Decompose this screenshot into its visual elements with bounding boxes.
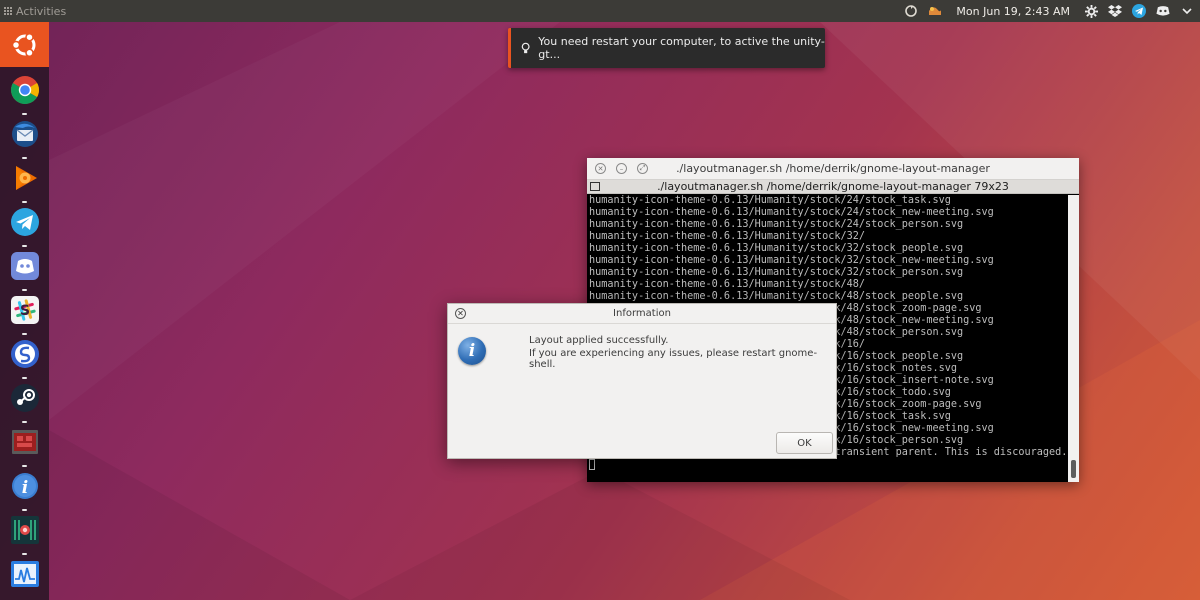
dock-screencast[interactable] bbox=[0, 420, 49, 467]
simplenote-icon bbox=[10, 340, 39, 368]
info-icon: i bbox=[11, 473, 38, 499]
information-dialog[interactable]: ✕ Information i Layout applied successfu… bbox=[447, 303, 837, 459]
dock-slack[interactable]: S bbox=[0, 288, 49, 335]
chevron-down-icon[interactable] bbox=[1180, 4, 1194, 18]
ok-button[interactable]: OK bbox=[776, 432, 833, 454]
app-grid-icon bbox=[4, 7, 12, 15]
terminal-line: humanity-icon-theme-0.6.13/Humanity/stoc… bbox=[589, 267, 964, 278]
discord-icon[interactable] bbox=[1156, 4, 1170, 18]
telegram-app-icon bbox=[10, 208, 39, 236]
terminal-line: humanity-icon-theme-0.6.13/Humanity/stoc… bbox=[589, 279, 866, 290]
dock-discord[interactable] bbox=[0, 244, 49, 291]
layout-manager-icon bbox=[10, 516, 39, 544]
dock-system-monitor[interactable] bbox=[0, 552, 49, 596]
screencast-icon bbox=[11, 430, 38, 454]
svg-text:i: i bbox=[21, 478, 27, 498]
cursor bbox=[589, 459, 595, 470]
system-tray: Mon Jun 19, 2:43 AM bbox=[904, 0, 1194, 22]
system-monitor-icon bbox=[10, 561, 39, 587]
ubuntu-logo-icon bbox=[11, 32, 35, 57]
terminal-line: humanity-icon-theme-0.6.13/Humanity/stoc… bbox=[589, 291, 964, 302]
dock-info[interactable]: i bbox=[0, 464, 49, 511]
scrollbar-thumb[interactable] bbox=[1071, 460, 1076, 478]
dialog-titlebar[interactable]: ✕ Information bbox=[448, 304, 836, 324]
terminal-line: humanity-icon-theme-0.6.13/Humanity/stoc… bbox=[589, 195, 951, 206]
lightbulb-icon bbox=[521, 42, 530, 53]
dialog-message-line-1: Layout applied successfully. bbox=[529, 335, 669, 346]
svg-text:S: S bbox=[19, 303, 29, 319]
chrome-icon bbox=[10, 76, 39, 104]
discord-app-icon bbox=[10, 252, 39, 280]
slack-icon: S bbox=[10, 296, 39, 324]
dock-simplenote[interactable] bbox=[0, 332, 49, 379]
dropbox-icon[interactable] bbox=[1108, 4, 1122, 18]
terminal-line: humanity-icon-theme-0.6.13/Humanity/stoc… bbox=[589, 243, 964, 254]
dock-google-play-music[interactable] bbox=[0, 156, 49, 203]
terminal-titlebar[interactable]: ✕ – ⤢ ./layoutmanager.sh /home/derrik/gn… bbox=[587, 158, 1079, 180]
terminal-title: ./layoutmanager.sh /home/derrik/gnome-la… bbox=[676, 162, 990, 175]
terminal-tab[interactable]: ./layoutmanager.sh /home/derrik/gnome-la… bbox=[587, 180, 1079, 194]
activities-button[interactable]: Activities bbox=[0, 5, 66, 18]
terminal-prompt bbox=[589, 459, 1068, 472]
gear-icon[interactable] bbox=[1084, 4, 1098, 18]
terminal-line: humanity-icon-theme-0.6.13/Humanity/stoc… bbox=[589, 231, 866, 242]
launcher-dock: S i bbox=[0, 22, 49, 600]
dock-steam[interactable] bbox=[0, 376, 49, 423]
terminal-scrollbar[interactable] bbox=[1068, 195, 1079, 482]
dock-thunderbird[interactable] bbox=[0, 112, 49, 159]
terminal-line: humanity-icon-theme-0.6.13/Humanity/stoc… bbox=[589, 219, 964, 230]
thunderbird-icon bbox=[11, 121, 38, 147]
terminal-line: humanity-icon-theme-0.6.13/Humanity/stoc… bbox=[589, 255, 994, 266]
dock-telegram[interactable] bbox=[0, 200, 49, 247]
terminal-tab-label: ./layoutmanager.sh /home/derrik/gnome-la… bbox=[657, 180, 1009, 193]
dialog-title: Information bbox=[613, 308, 671, 319]
play-music-icon bbox=[15, 166, 37, 190]
sync-icon[interactable] bbox=[904, 4, 918, 18]
dialog-message-line-2: If you are experiencing any issues, plea… bbox=[529, 348, 818, 370]
top-panel: Activities Mon Jun 19, 2:43 AM bbox=[0, 0, 1200, 22]
activities-label: Activities bbox=[16, 4, 67, 18]
info-icon: i bbox=[458, 337, 486, 365]
clock[interactable]: Mon Jun 19, 2:43 AM bbox=[956, 5, 1070, 18]
terminal-line: humanity-icon-theme-0.6.13/Humanity/stoc… bbox=[589, 207, 994, 218]
dock-chrome[interactable] bbox=[0, 68, 49, 115]
app-indicator-icon[interactable] bbox=[928, 4, 942, 18]
notification-bubble[interactable]: You need restart your computer, to activ… bbox=[508, 28, 825, 68]
telegram-icon[interactable] bbox=[1132, 4, 1146, 18]
dock-gnome-layout-manager[interactable] bbox=[0, 508, 49, 555]
steam-icon bbox=[10, 384, 39, 412]
ubuntu-logo-button[interactable] bbox=[0, 22, 49, 67]
notification-text: You need restart your computer, to activ… bbox=[538, 35, 825, 61]
